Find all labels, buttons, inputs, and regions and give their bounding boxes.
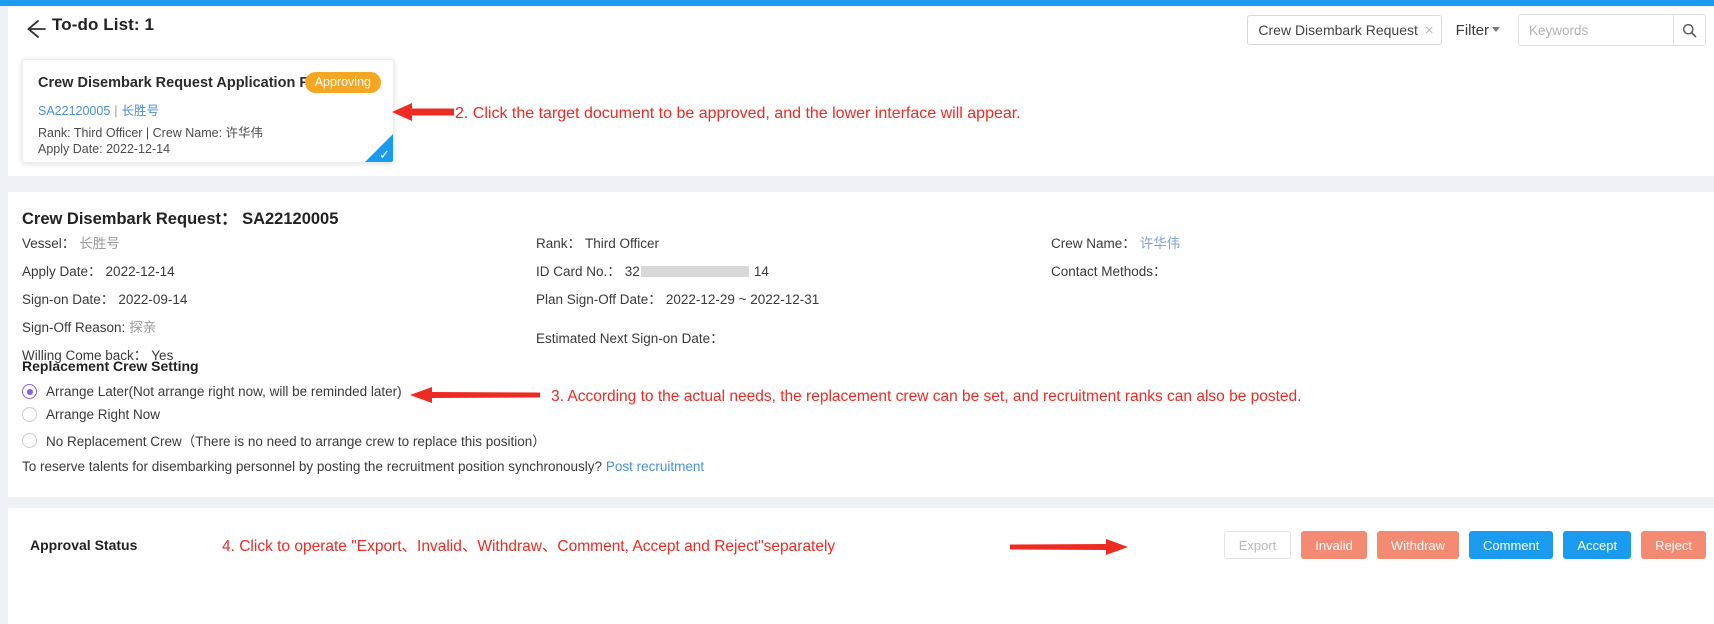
todo-card[interactable]: Crew Disembark Request Application Form … bbox=[22, 59, 394, 163]
search-group bbox=[1518, 14, 1706, 46]
todo-card-title: Crew Disembark Request Application Form bbox=[38, 75, 336, 91]
filter-tag-label: Crew Disembark Request bbox=[1258, 22, 1418, 38]
annotation-step-3: 3. According to the actual needs, the re… bbox=[551, 388, 1302, 405]
recruit-prompt: To reserve talents for disembarking pers… bbox=[22, 459, 704, 474]
field-id-card-no: ID Card No.： 32 14 bbox=[536, 263, 819, 280]
reject-button[interactable]: Reject bbox=[1641, 531, 1706, 559]
filter-button[interactable]: Filter bbox=[1456, 22, 1500, 39]
approval-footer: Approval Status Export Invalid Withdraw … bbox=[8, 508, 1714, 624]
field-value-tail: 14 bbox=[753, 264, 769, 279]
radio-no-replacement-crew[interactable]: No Replacement Crew（There is no need to … bbox=[22, 430, 546, 450]
redacted-mask bbox=[640, 266, 749, 277]
field-value[interactable]: 许华伟 bbox=[1140, 236, 1181, 251]
replacement-crew-heading: Replacement Crew Setting bbox=[22, 358, 199, 374]
radio-label: Arrange Later(Not arrange right now, wil… bbox=[46, 384, 402, 399]
field-value: Third Officer bbox=[585, 236, 660, 251]
page-header: To-do List: 1 Crew Disembark Request × F… bbox=[8, 6, 1714, 51]
radio-icon[interactable] bbox=[22, 432, 37, 448]
detail-column-2: Rank： Third Officer ID Card No.： 32 14 Plan… bbox=[536, 235, 819, 358]
detail-column-3: Crew Name： 许华伟 Contact Methods： bbox=[1051, 235, 1180, 291]
todo-sep: | bbox=[114, 104, 118, 118]
field-label: Vessel： bbox=[22, 236, 76, 251]
search-icon bbox=[1683, 23, 1697, 37]
chevron-down-icon bbox=[1492, 26, 1500, 32]
accept-button[interactable]: Accept bbox=[1563, 531, 1632, 559]
field-sign-on-date: Sign-on Date： 2022-09-14 bbox=[22, 291, 187, 308]
back-arrow-icon[interactable] bbox=[22, 16, 48, 42]
annotation-arrow-2 bbox=[392, 103, 454, 121]
filter-label: Filter bbox=[1455, 21, 1489, 39]
radio-arrange-later[interactable]: Arrange Later(Not arrange right now, wil… bbox=[22, 384, 402, 399]
field-label: Apply Date： bbox=[22, 264, 102, 279]
filter-tag-chip[interactable]: Crew Disembark Request × bbox=[1247, 15, 1442, 45]
detail-panel: Crew Disembark Request： SA22120005 Vesse… bbox=[8, 192, 1714, 497]
annotation-step-2: 2. Click the target document to be appro… bbox=[455, 105, 1021, 122]
status-badge: Approving bbox=[304, 72, 381, 93]
left-rail bbox=[0, 6, 8, 624]
todo-doc-no: SA22120005 bbox=[38, 104, 111, 118]
field-vessel: Vessel： 长胜号 bbox=[22, 235, 187, 252]
field-label: Crew Name： bbox=[1051, 236, 1136, 251]
field-label: Sign-on Date： bbox=[22, 292, 115, 307]
radio-label: Arrange Right Now bbox=[46, 407, 161, 422]
app-root: To-do List: 1 Crew Disembark Request × F… bbox=[0, 0, 1714, 624]
field-label: Plan Sign-Off Date： bbox=[536, 292, 662, 307]
post-recruitment-link[interactable]: Post recruitment bbox=[606, 459, 704, 474]
field-crew-name: Crew Name： 许华伟 bbox=[1051, 235, 1180, 252]
radio-label: No Replacement Crew（There is no need to … bbox=[46, 434, 546, 449]
radio-icon[interactable] bbox=[22, 407, 37, 422]
radio-arrange-right-now[interactable]: Arrange Right Now bbox=[22, 407, 160, 422]
field-value: 长胜号 bbox=[79, 236, 120, 251]
field-rank: Rank： Third Officer bbox=[536, 235, 819, 252]
field-value: 2022-12-29 ~ 2022-12-31 bbox=[665, 292, 820, 307]
detail-title: Crew Disembark Request： SA22120005 bbox=[22, 210, 339, 228]
search-button[interactable] bbox=[1673, 14, 1706, 46]
field-value: 探亲 bbox=[129, 320, 157, 335]
field-value: 2022-12-14 bbox=[105, 264, 175, 279]
field-value: 2022-09-14 bbox=[118, 292, 188, 307]
section-divider-band bbox=[8, 176, 1714, 192]
close-icon[interactable]: × bbox=[1425, 23, 1434, 38]
annotation-arrow-4 bbox=[1010, 539, 1128, 555]
field-label: Rank： bbox=[536, 236, 582, 251]
radio-icon[interactable] bbox=[22, 384, 37, 399]
field-sign-off-reason: Sign-Off Reason: 探亲 bbox=[22, 319, 187, 336]
field-plan-sign-off-date: Plan Sign-Off Date： 2022-12-29 ~ 2022-12-… bbox=[536, 291, 819, 308]
todo-rank-line: Rank: Third Officer | Crew Name: 许华伟 bbox=[38, 126, 264, 140]
approval-action-buttons: Export Invalid Withdraw Comment Accept R… bbox=[1223, 531, 1706, 559]
field-estimated-next-sign-on-date: Estimated Next Sign-on Date： bbox=[536, 330, 819, 347]
todo-card-subtitle: SA22120005 | 长胜号 bbox=[38, 100, 159, 119]
field-value: 32 bbox=[624, 264, 640, 279]
field-apply-date: Apply Date： 2022-12-14 bbox=[22, 263, 187, 280]
invalid-button[interactable]: Invalid bbox=[1301, 531, 1367, 559]
todo-vessel: 长胜号 bbox=[121, 104, 160, 118]
footer-divider-band bbox=[8, 497, 1714, 508]
search-input[interactable] bbox=[1518, 14, 1673, 46]
field-label: Sign-Off Reason: bbox=[22, 320, 126, 335]
field-contact-methods: Contact Methods： bbox=[1051, 263, 1180, 280]
export-button[interactable]: Export bbox=[1223, 531, 1292, 559]
recruit-prompt-text: To reserve talents for disembarking pers… bbox=[22, 459, 603, 474]
page-title: To-do List: 1 bbox=[52, 15, 155, 34]
detail-column-1: Vessel： 长胜号 Apply Date： 2022-12-14 Sign-on… bbox=[22, 235, 187, 375]
check-icon: ✓ bbox=[379, 147, 390, 162]
withdraw-button[interactable]: Withdraw bbox=[1376, 531, 1460, 559]
field-label: Contact Methods： bbox=[1051, 264, 1167, 279]
comment-button[interactable]: Comment bbox=[1469, 531, 1554, 559]
annotation-step-4: 4. Click to operate "Export、Invalid、With… bbox=[222, 538, 836, 555]
annotation-arrow-3 bbox=[410, 387, 540, 403]
todo-apply-line: Apply Date: 2022-12-14 bbox=[38, 142, 171, 156]
field-label: ID Card No.： bbox=[536, 264, 621, 279]
field-label: Estimated Next Sign-on Date： bbox=[536, 331, 724, 346]
approval-status-heading: Approval Status bbox=[30, 537, 138, 553]
header-controls: Crew Disembark Request × Filter bbox=[1247, 14, 1706, 46]
